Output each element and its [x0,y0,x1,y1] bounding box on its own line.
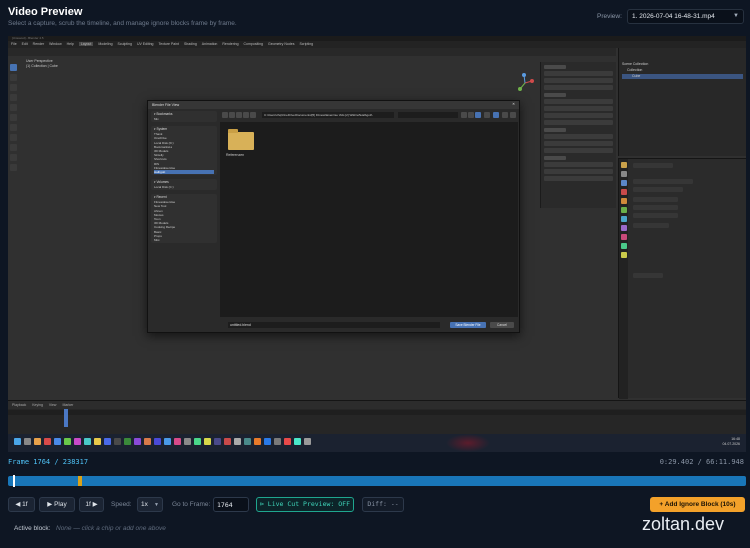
speed-value: 1x [141,501,148,508]
blender-toolbar [10,64,18,190]
blender-menu-item: Rendering [222,42,239,46]
ignore-block-marker[interactable] [78,476,82,486]
blender-transform-panel [540,62,616,208]
blender-menu-item: Shading [183,42,197,46]
clock-date: 04.07.2026 [722,441,740,446]
outliner-item: Collection [627,68,643,72]
blender-menu-items: File Edit Render Window Help Layout Modeling Sc… [11,42,318,46]
video-frame[interactable]: [Unsaved] - Blender 4.5 File Edit Render Wi… [8,36,746,452]
close-icon: ✕ [512,102,515,106]
file-dialog-sidebar-item: Halbgott [154,169,214,175]
timeline-control-item: Marker [62,403,74,407]
diff-indicator: Diff: -- [362,497,404,512]
scrub-timeline[interactable] [8,475,746,487]
watermark: zoltan.dev [642,514,725,534]
file-dialog-section-heading: ▾ Bookmarks [154,112,173,116]
step-forward-button[interactable]: 1f ▶ [79,497,104,512]
blender-outliner: Scene Collection Collection Cube [618,48,746,156]
file-dialog-cancel-button: Cancel [490,322,514,328]
file-dialog-path: C:\Users\zhq\OneDrive\Documents\[5] Fitn… [262,112,394,118]
blender-menu-item: Sculpting [117,42,132,46]
navigation-gizmo-icon [518,73,534,91]
file-dialog-search [398,112,458,118]
outliner-item: Scene Collection [622,62,649,66]
file-dialog-title: Blender File View [152,103,180,107]
blender-properties-panel [618,158,746,399]
file-dialog-section-heading: ▾ Recent [154,195,167,200]
blender-menu-item: Texture Paint [158,42,179,46]
file-dialog-footer: untitled.blend Save Blender File Cancel [220,320,518,331]
viewport-collection-text: (1) Collection | Cube [26,63,58,68]
chevron-down-icon: ▼ [733,13,739,19]
frame-counter: Frame 1764 / 238317 [8,458,89,466]
blender-menu-item: File [11,42,17,46]
preview-select-value: 1. 2026-07-04 16-48-31.mp4 [632,13,715,20]
goto-frame-input[interactable]: 1764 [213,497,249,512]
file-dialog: Blender File View ✕ C:\Users\zhq\OneDrive… [147,100,520,333]
file-dialog-filename: untitled.blend [228,322,440,328]
file-dialog-section: ▾ Bookmarks Mix [151,111,217,123]
blender-menu-item: Render [32,42,45,46]
blender-menu-item: Compositing [243,42,263,46]
page-subtitle: Select a capture, scrub the timeline, an… [8,20,237,27]
timeline-playhead [64,409,68,427]
speed-label: Speed: [111,501,132,508]
viewport-info: User Perspective (1) Collection | Cube [26,59,58,68]
blender-menu-item: Layout [78,42,94,46]
file-dialog-files: Referenzen [220,122,518,317]
live-cut-preview-toggle[interactable]: ⊳ Live Cut Preview: OFF [256,497,354,512]
header: Video Preview Select a capture, scrub th… [0,0,750,36]
preview-select[interactable]: 1. 2026-07-04 16-48-31.mp4 ▼ [627,9,744,24]
timeline-control-item: View [48,403,57,407]
file-dialog-sidebar-item: Local Disk (C:) [154,185,174,190]
file-dialog-section: ▾ System Thank OneDrive Local Disk (D:) Book… [151,126,217,176]
blender-timeline: Playback Keying View Marker [8,400,746,434]
file-dialog-sidebar-item: Mix [154,117,159,121]
folder-icon [228,129,254,150]
chevron-down-icon: ▼ [154,502,159,508]
file-dialog-sidebar-item: Mist [154,237,160,242]
blender-menu-item: Animation [201,42,218,46]
outliner-item: Cube [622,74,743,79]
timeline-control-item: Keying [32,403,43,407]
active-block-value: None — click a chip or add one above [56,525,166,532]
file-dialog-ok-button: Save Blender File [450,322,486,328]
file-dialog-nav: C:\Users\zhq\OneDrive\Documents\[5] Fitn… [220,111,518,120]
file-dialog-section: ▾ Volumes Local Disk (C:) [151,179,217,191]
blender-menu-item: Scripting [299,42,314,46]
file-dialog-sidebar: ▾ Bookmarks Mix ▾ System Thank OneDrive Local… [151,111,217,317]
blender-viewport-header [8,48,616,56]
add-ignore-block-button[interactable]: + Add Ignore Block (10s) [650,497,745,512]
file-dialog-section-heading: ▾ Volumes [154,180,169,185]
page-title: Video Preview [8,6,83,18]
timeline-controls: Playback Keying View Marker [8,401,746,409]
timeline-control-item: Playback [12,403,27,407]
blender-menu-item: Edit [21,42,28,46]
preview-label: Preview: [597,13,622,20]
blender-menu-item: Geometry Nodes [268,42,295,46]
windows-taskbar: 16:48 04.07.2026 [8,434,746,452]
play-button[interactable]: ▶ Play [39,497,75,512]
blender-menu-bar: File Edit Render Window Help Layout Modeling Sc… [8,41,746,48]
speed-select[interactable]: 1x ▼ [137,497,163,512]
step-back-button[interactable]: ◀ 1f [8,497,35,512]
blender-menu-item: Window [49,42,62,46]
folder-name: Referenzen [226,153,245,157]
goto-frame-label: Go to Frame: [172,501,211,508]
blender-menu-item: Help [66,42,74,46]
active-block-label: Active block: [14,525,51,532]
file-dialog-section: ▾ Recent FitnessExercise New Tool Ahnen Movi… [151,194,217,244]
scrub-cursor[interactable] [13,475,15,487]
blender-menu-item: Modeling [98,42,113,46]
taskbar-clock: 16:48 04.07.2026 [722,437,740,446]
file-dialog-section-heading: ▾ System [154,127,168,132]
time-counter: 0:29.402 / 66:11.948 [659,458,744,466]
blender-menu-item: UV Editing [136,42,154,46]
